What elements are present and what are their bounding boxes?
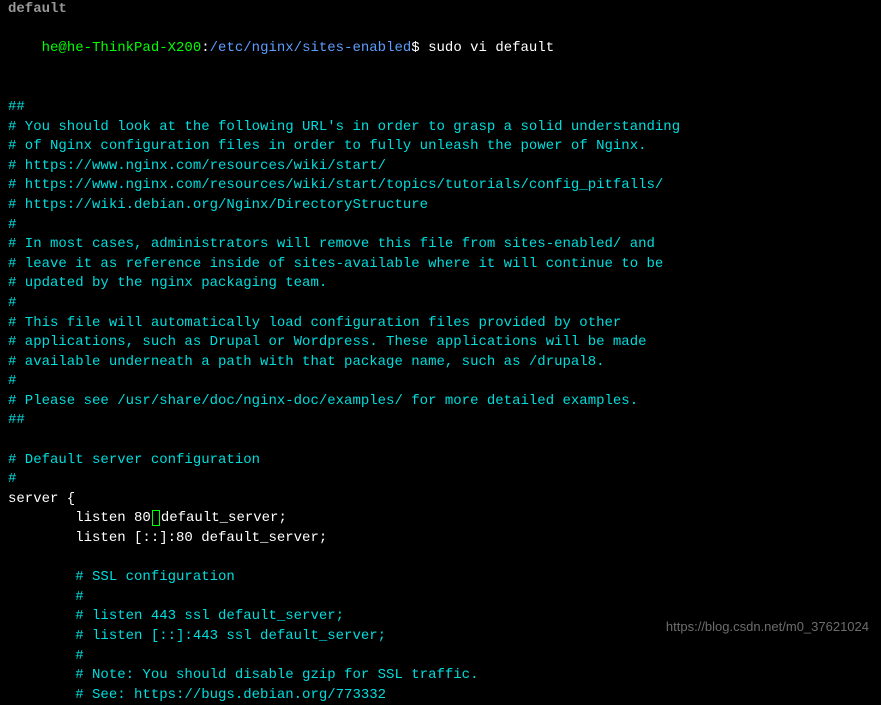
prompt-path: /etc/nginx/sites-enabled bbox=[210, 40, 412, 56]
editor-line[interactable]: # of Nginx configuration files in order … bbox=[8, 137, 873, 157]
editor-line[interactable]: # Please see /usr/share/doc/nginx-doc/ex… bbox=[8, 392, 873, 412]
prompt-dollar: $ bbox=[411, 40, 419, 56]
comment-text: # Note: You should disable gzip for SSL … bbox=[8, 667, 478, 683]
editor-line[interactable]: # This file will automatically load conf… bbox=[8, 314, 873, 334]
comment-text: # of Nginx configuration files in order … bbox=[8, 138, 647, 154]
comment-text: # bbox=[8, 295, 16, 311]
editor-line[interactable]: # applications, such as Drupal or Wordpr… bbox=[8, 333, 873, 353]
editor-line[interactable]: ## bbox=[8, 411, 873, 431]
editor-line[interactable]: ## bbox=[8, 98, 873, 118]
editor-line[interactable]: # https://www.nginx.com/resources/wiki/s… bbox=[8, 176, 873, 196]
editor-line[interactable]: listen [::]:80 default_server; bbox=[8, 529, 873, 549]
editor-line[interactable]: # leave it as reference inside of sites-… bbox=[8, 255, 873, 275]
editor-line[interactable] bbox=[8, 549, 873, 569]
comment-text: # bbox=[8, 373, 16, 389]
prompt-user-host: he@he-ThinkPad-X200 bbox=[42, 40, 202, 56]
comment-text: ## bbox=[8, 99, 25, 115]
comment-text: # Default server configuration bbox=[8, 452, 260, 468]
editor-line[interactable]: listen 80 default_server; bbox=[8, 509, 873, 529]
editor-line[interactable]: # bbox=[8, 216, 873, 236]
comment-text: # SSL configuration bbox=[8, 569, 235, 585]
editor-cursor bbox=[152, 510, 160, 526]
terminal-viewport[interactable]: default he@he-ThinkPad-X200:/etc/nginx/s… bbox=[0, 0, 881, 705]
blank-line bbox=[8, 78, 873, 98]
comment-text: # bbox=[8, 471, 16, 487]
directive-text: server { bbox=[8, 491, 75, 507]
editor-line[interactable]: # bbox=[8, 294, 873, 314]
command-text: sudo vi default bbox=[428, 40, 554, 56]
directive-text: listen [::]:80 default_server; bbox=[8, 530, 327, 546]
prompt-line: he@he-ThinkPad-X200:/etc/nginx/sites-ena… bbox=[8, 20, 873, 79]
comment-text: # listen 443 ssl default_server; bbox=[8, 608, 344, 624]
editor-line[interactable]: # Default server configuration bbox=[8, 451, 873, 471]
comment-text: # updated by the nginx packaging team. bbox=[8, 275, 327, 291]
editor-line[interactable]: # https://wiki.debian.org/Nginx/Director… bbox=[8, 196, 873, 216]
editor-line[interactable]: # https://www.nginx.com/resources/wiki/s… bbox=[8, 157, 873, 177]
comment-text: # https://wiki.debian.org/Nginx/Director… bbox=[8, 197, 428, 213]
prompt-separator: : bbox=[201, 40, 209, 56]
previous-output-cutoff: default bbox=[8, 0, 873, 20]
comment-text: # See: https://bugs.debian.org/773332 bbox=[8, 687, 386, 703]
directive-text: default_server; bbox=[161, 510, 287, 526]
comment-text: # https://www.nginx.com/resources/wiki/s… bbox=[8, 177, 663, 193]
editor-line[interactable]: # SSL configuration bbox=[8, 568, 873, 588]
editor-line[interactable]: # You should look at the following URL's… bbox=[8, 118, 873, 138]
comment-text: # bbox=[8, 648, 84, 664]
editor-line[interactable] bbox=[8, 431, 873, 451]
editor-line[interactable]: # Note: You should disable gzip for SSL … bbox=[8, 666, 873, 686]
editor-line[interactable]: # available underneath a path with that … bbox=[8, 353, 873, 373]
comment-text: # bbox=[8, 217, 16, 233]
editor-line[interactable]: # bbox=[8, 647, 873, 667]
comment-text: # Please see /usr/share/doc/nginx-doc/ex… bbox=[8, 393, 638, 409]
editor-line[interactable]: server { bbox=[8, 490, 873, 510]
directive-text: listen 80 bbox=[8, 510, 151, 526]
comment-text: # You should look at the following URL's… bbox=[8, 119, 680, 135]
comment-text: ## bbox=[8, 412, 25, 428]
editor-line[interactable]: # updated by the nginx packaging team. bbox=[8, 274, 873, 294]
editor-line[interactable]: # bbox=[8, 470, 873, 490]
editor-line[interactable]: # bbox=[8, 372, 873, 392]
editor-line[interactable]: # See: https://bugs.debian.org/773332 bbox=[8, 686, 873, 705]
comment-text: # available underneath a path with that … bbox=[8, 354, 605, 370]
comment-text: # bbox=[8, 589, 84, 605]
comment-text: # In most cases, administrators will rem… bbox=[8, 236, 655, 252]
comment-text: # applications, such as Drupal or Wordpr… bbox=[8, 334, 647, 350]
editor-line[interactable]: # bbox=[8, 588, 873, 608]
watermark-text: https://blog.csdn.net/m0_37621024 bbox=[666, 618, 869, 636]
comment-text: # https://www.nginx.com/resources/wiki/s… bbox=[8, 158, 386, 174]
editor-content[interactable]: ### You should look at the following URL… bbox=[8, 98, 873, 705]
editor-line[interactable]: # In most cases, administrators will rem… bbox=[8, 235, 873, 255]
comment-text: # This file will automatically load conf… bbox=[8, 315, 621, 331]
comment-text: # leave it as reference inside of sites-… bbox=[8, 256, 663, 272]
